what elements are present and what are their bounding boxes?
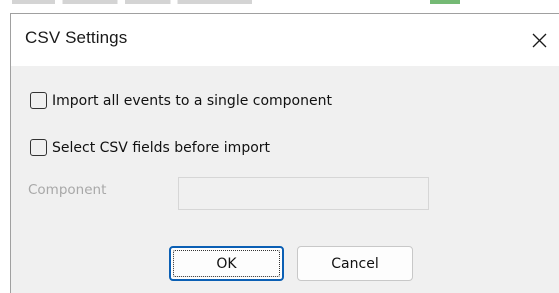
import-single-component-option[interactable]: Import all events to a single component — [30, 92, 332, 109]
background-text-fragment — [12, 0, 252, 4]
select-csv-fields-label[interactable]: Select CSV fields before import — [52, 140, 270, 156]
component-field — [178, 177, 429, 210]
cancel-button[interactable]: Cancel — [297, 246, 413, 281]
csv-settings-dialog: CSV Settings Import all events to a sing… — [10, 13, 559, 293]
background-window-strip — [0, 0, 559, 10]
select-csv-fields-option[interactable]: Select CSV fields before import — [30, 139, 270, 156]
close-button[interactable] — [519, 18, 559, 62]
component-label: Component — [28, 182, 107, 198]
close-icon — [532, 33, 546, 47]
cancel-button-label: Cancel — [331, 255, 379, 272]
select-csv-fields-checkbox[interactable] — [30, 139, 47, 156]
dialog-titlebar: CSV Settings — [11, 14, 559, 66]
dialog-title: CSV Settings — [25, 28, 128, 47]
ok-focus-ring — [173, 250, 280, 277]
background-green-fragment — [430, 0, 460, 4]
import-single-component-checkbox[interactable] — [30, 92, 47, 109]
import-single-component-label[interactable]: Import all events to a single component — [52, 93, 332, 109]
ok-button[interactable]: OK — [169, 246, 284, 281]
